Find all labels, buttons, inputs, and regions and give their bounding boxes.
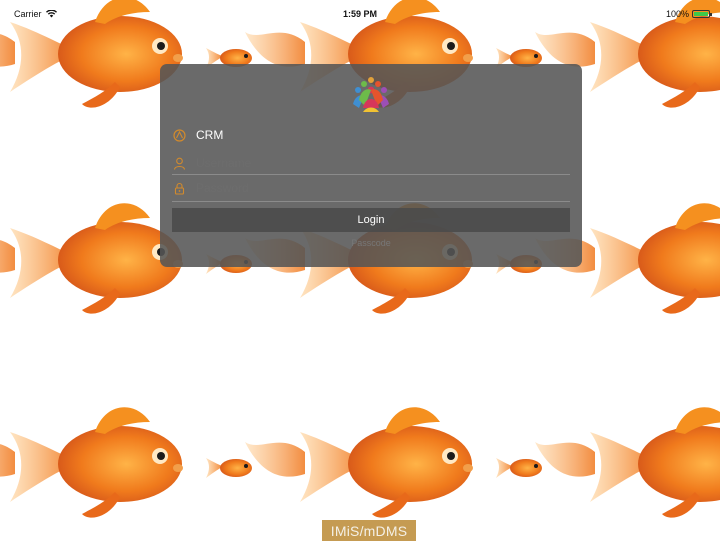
crm-server-icon — [172, 128, 186, 142]
clock: 1:59 PM — [342, 9, 377, 19]
lock-icon — [172, 181, 186, 195]
battery-icon — [692, 10, 712, 18]
battery-percent: 100% — [665, 9, 689, 19]
login-button[interactable]: Login — [172, 208, 570, 232]
passcode-link[interactable]: Passcode — [160, 238, 582, 248]
brand-logo: IMiS/mDMS — [322, 520, 416, 541]
password-divider — [172, 201, 570, 202]
people-group-logo-icon — [353, 77, 389, 112]
username-input[interactable] — [196, 156, 546, 170]
user-icon — [172, 156, 186, 170]
password-row — [172, 177, 570, 199]
crm-row[interactable]: CRM — [172, 124, 570, 146]
status-bar: Carrier 1:59 PM 100% — [0, 0, 720, 22]
crm-label: CRM — [196, 128, 224, 142]
username-divider — [172, 174, 570, 175]
username-row — [172, 152, 570, 174]
login-panel: CRM Login Passcode — [160, 64, 582, 267]
password-input[interactable] — [196, 181, 546, 195]
battery-info: 100% — [665, 9, 712, 19]
